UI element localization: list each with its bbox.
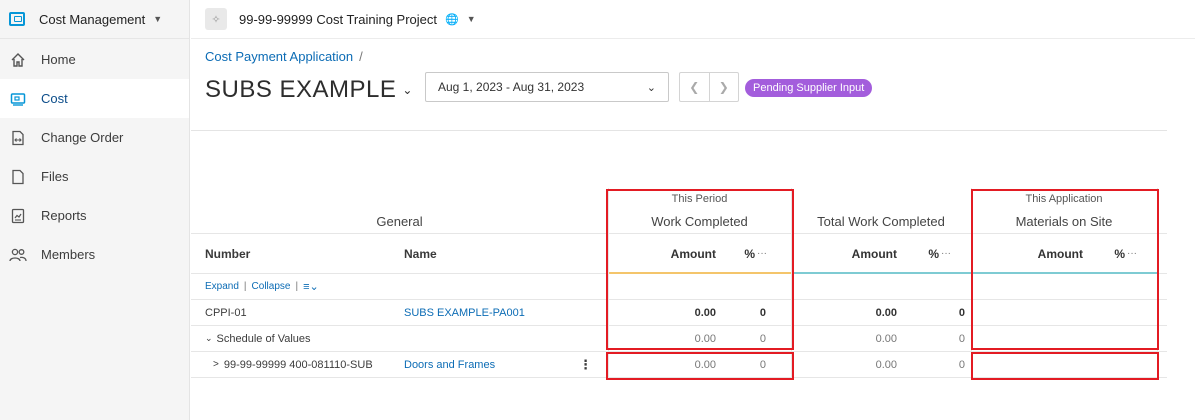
home-icon: [9, 51, 27, 69]
project-header: ✧ 99-99-99999 Cost Training Project 🌐 ▼: [191, 0, 1195, 39]
date-range-value: Aug 1, 2023 - Aug 31, 2023: [438, 80, 585, 94]
reports-icon: [9, 207, 27, 225]
total-work-completed-amount: 0.00: [875, 332, 897, 345]
period-pager: ❮ ❯: [679, 72, 739, 102]
expand-collapse-toolbar: Expand | Collapse | ≡⌄: [205, 274, 319, 299]
module-switcher[interactable]: Cost Management ▼: [0, 0, 189, 39]
project-thumbnail-icon: ✧: [205, 8, 227, 30]
total-work-completed-percent: 0: [958, 306, 965, 319]
more-vertical-icon[interactable]: ⋮: [579, 352, 592, 377]
next-period-button[interactable]: ❯: [710, 73, 739, 101]
row-number: CPPI-01: [205, 306, 247, 319]
breadcrumb-separator: /: [359, 49, 363, 64]
cost-icon: [9, 90, 27, 108]
column-header-number[interactable]: Number: [205, 234, 325, 273]
sidebar-item-label: Home: [41, 52, 76, 67]
divider: [191, 130, 1167, 131]
chevron-down-icon: ⌄: [402, 83, 413, 97]
row-number-text: 99-99-99999 400-081110-SUB: [223, 358, 373, 371]
sidebar-item-label: Cost: [41, 91, 68, 106]
toolbar-separator: |: [243, 281, 247, 292]
breadcrumb: Cost Payment Application /: [205, 49, 363, 64]
row-number: > 99-99-99999 400-081110-SUB: [213, 352, 373, 377]
list-options-icon[interactable]: ≡⌄: [303, 280, 319, 293]
sidebar-item-home[interactable]: Home: [0, 40, 189, 79]
total-work-completed-percent: 0: [958, 332, 965, 345]
sidebar-item-label: Members: [41, 247, 96, 262]
chevron-right-icon[interactable]: >: [213, 359, 219, 370]
expand-link[interactable]: Expand: [205, 281, 239, 292]
highlight-box-this-application-row: [971, 352, 1159, 380]
toolbar-separator: |: [295, 281, 299, 292]
sidebar-item-members[interactable]: Members: [0, 235, 189, 274]
highlight-box-this-application: [971, 189, 1159, 350]
chevron-down-icon: ▼: [153, 14, 163, 24]
main-content: Cost Payment Application / SUBS EXAMPLE ⌄…: [191, 39, 1195, 420]
total-work-completed-amount: 0.00: [875, 306, 897, 319]
chevron-down-icon[interactable]: ▼: [467, 14, 476, 24]
group-header-total-work-completed: Total Work Completed: [817, 214, 945, 229]
sidebar-item-cost[interactable]: Cost: [0, 79, 189, 118]
row-name-link[interactable]: SUBS EXAMPLE-PA001: [404, 300, 525, 325]
cost-management-icon: [9, 12, 25, 26]
total-work-completed-amount: 0.00: [875, 358, 897, 371]
sidebar: Cost Management ▼ Home Cost Change Order…: [0, 0, 190, 420]
total-work-completed-percent: 0: [958, 358, 965, 371]
row-name-link[interactable]: Doors and Frames: [404, 352, 495, 377]
column-header-name[interactable]: Name: [404, 234, 524, 273]
chevron-down-icon: ⌄: [646, 81, 656, 94]
globe-icon: 🌐: [445, 13, 459, 26]
sidebar-item-label: Change Order: [41, 130, 124, 145]
page-title[interactable]: SUBS EXAMPLE ⌄: [205, 76, 413, 104]
chevron-down-icon[interactable]: ⌄: [205, 333, 213, 344]
sidebar-item-change-order[interactable]: Change Order: [0, 118, 189, 157]
breadcrumb-link[interactable]: Cost Payment Application: [205, 49, 353, 64]
change-order-icon: [9, 129, 27, 147]
sidebar-item-files[interactable]: Files: [0, 157, 189, 196]
members-icon: [9, 246, 27, 264]
file-icon: [9, 168, 27, 186]
page-title-text: SUBS EXAMPLE: [205, 76, 397, 103]
group-header-general: General: [376, 214, 423, 229]
sidebar-item-label: Files: [41, 169, 69, 184]
row-group-label: Schedule of Values: [216, 332, 311, 345]
status-badge: Pending Supplier Input: [745, 79, 873, 97]
collapse-link[interactable]: Collapse: [252, 281, 291, 292]
project-selector[interactable]: 99-99-99999 Cost Training Project: [239, 12, 437, 27]
column-header-amount[interactable]: Amount: [791, 234, 897, 273]
sidebar-item-label: Reports: [41, 208, 87, 223]
previous-period-button[interactable]: ❮: [680, 73, 710, 101]
module-name: Cost Management: [39, 11, 146, 27]
sidebar-item-reports[interactable]: Reports: [0, 196, 189, 235]
highlight-box-this-period: [606, 189, 794, 350]
date-range-select[interactable]: Aug 1, 2023 - Aug 31, 2023 ⌄: [425, 72, 669, 102]
row-number: ⌄ Schedule of Values: [205, 326, 311, 351]
column-header-percent[interactable]: %: [903, 234, 939, 273]
column-menu-icon[interactable]: ···: [941, 234, 961, 273]
highlight-box-this-period-row: [606, 352, 794, 380]
